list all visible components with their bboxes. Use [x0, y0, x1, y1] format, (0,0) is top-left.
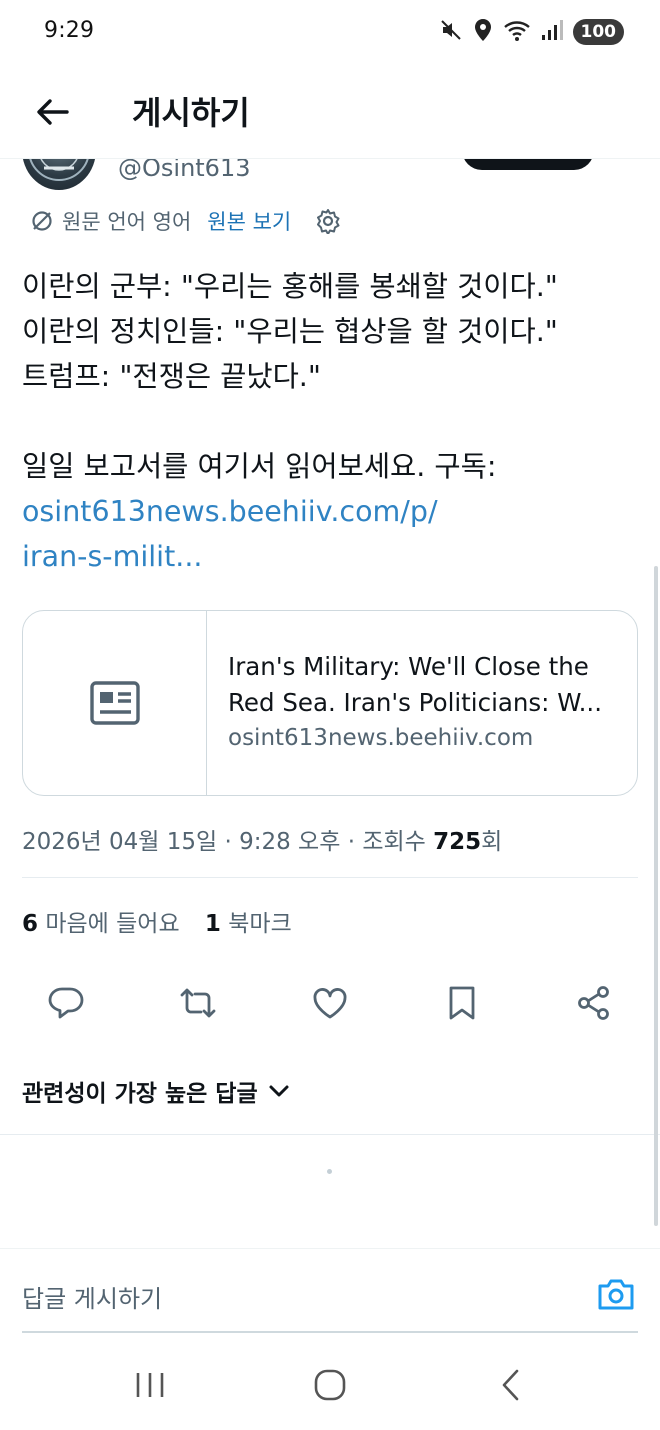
share-icon	[578, 986, 609, 1020]
reply-sort-dropdown[interactable]: 관련성이 가장 높은 답글	[22, 1074, 290, 1108]
post-meta: 2026년 04월 15일 · 9:28 오후 · 조회수 725회	[22, 822, 502, 856]
loading-indicator	[327, 1169, 332, 1174]
wifi-icon	[503, 18, 531, 46]
translate-row: 원문 언어 영어 원본 보기	[30, 206, 341, 236]
back-nav-button[interactable]	[480, 1355, 540, 1415]
gear-icon[interactable]	[315, 208, 341, 234]
likes-label: 마음에 들어요	[38, 911, 180, 937]
reply-input-underline	[22, 1331, 638, 1333]
chevron-down-icon	[269, 1085, 289, 1097]
repost-button[interactable]	[176, 981, 220, 1025]
view-count: 725	[433, 829, 482, 855]
reply-composer: 답글 게시하기	[0, 1248, 660, 1337]
scrollbar[interactable]	[654, 566, 658, 1226]
tweet-line: 일일 보고서를 여기서 읽어보세요. 구독:	[22, 450, 497, 483]
likes-stat[interactable]: 6 마음에 들어요	[22, 911, 180, 937]
card-title: Iran's Military: We'll Close the Red Sea…	[228, 652, 602, 717]
heart-icon	[313, 988, 347, 1019]
reply-icon	[48, 987, 84, 1019]
tweet-line: 이란의 정치인들: "우리는 협상을 할 것이다."	[22, 315, 558, 348]
tweet-line: 이란의 군부: "우리는 홍해를 봉쇄할 것이다."	[22, 270, 558, 303]
back-button[interactable]	[26, 86, 78, 138]
likes-count: 6	[22, 911, 39, 937]
status-icons: 100	[439, 16, 624, 48]
tweet-line	[22, 399, 642, 444]
repost-icon	[180, 988, 216, 1018]
bookmarks-count: 1	[204, 911, 221, 937]
translate-icon	[30, 209, 54, 233]
home-button[interactable]	[300, 1355, 360, 1415]
back-arrow-icon	[37, 99, 69, 125]
reply-button[interactable]	[44, 981, 88, 1025]
bookmark-icon	[449, 986, 475, 1020]
divider	[0, 1134, 660, 1135]
system-nav-bar	[0, 1340, 660, 1430]
view-original-link[interactable]: 원본 보기	[207, 206, 291, 236]
header: 게시하기	[0, 66, 660, 159]
chevron-left-icon	[502, 1369, 519, 1401]
like-button[interactable]	[308, 981, 352, 1025]
battery-indicator: 100	[572, 19, 624, 45]
tweet-text: 이란의 군부: "우리는 홍해를 봉쇄할 것이다." 이란의 정치인들: "우리…	[22, 264, 642, 579]
bookmarks-stat[interactable]: 1 북마크	[205, 911, 292, 937]
action-bar	[22, 978, 638, 1028]
recent-apps-button[interactable]	[120, 1355, 180, 1415]
recent-apps-icon	[136, 1373, 164, 1397]
link-preview-card[interactable]: Iran's Military: We'll Close the Red Sea…	[22, 610, 638, 796]
original-language-label: 원문 언어 영어	[62, 210, 192, 234]
signal-icon	[541, 18, 563, 46]
tweet-line: 트럼프: "전쟁은 끝났다."	[22, 360, 321, 393]
card-domain: osint613news.beehiiv.com	[228, 725, 534, 751]
status-bar: 9:29 100	[0, 0, 660, 66]
reply-sort-label: 관련성이 가장 높은 답글	[22, 1081, 258, 1107]
location-icon	[473, 18, 493, 46]
page-title: 게시하기	[132, 94, 250, 132]
card-body: Iran's Military: We'll Close the Red Sea…	[228, 649, 623, 751]
camera-icon	[598, 1279, 634, 1310]
mute-icon	[439, 18, 463, 46]
bookmark-button[interactable]	[440, 981, 484, 1025]
article-icon	[89, 681, 140, 725]
divider	[22, 877, 638, 878]
tweet-link-continued[interactable]: iran-s-milit...	[22, 534, 642, 579]
view-count-suffix: 회	[481, 829, 503, 855]
camera-button[interactable]	[594, 1275, 638, 1315]
tweet-link[interactable]: osint613news.beehiiv.com/p/	[22, 489, 642, 534]
engagement-stats: 6 마음에 들어요 1 북마크	[22, 904, 292, 938]
card-media	[23, 611, 207, 795]
reply-input[interactable]: 답글 게시하기	[22, 1279, 162, 1314]
status-time: 9:29	[44, 18, 95, 43]
bookmarks-label: 북마크	[220, 911, 292, 937]
home-icon	[314, 1369, 346, 1401]
share-button[interactable]	[572, 981, 616, 1025]
timestamp: 2026년 04월 15일 · 9:28 오후 · 조회수	[22, 829, 434, 855]
